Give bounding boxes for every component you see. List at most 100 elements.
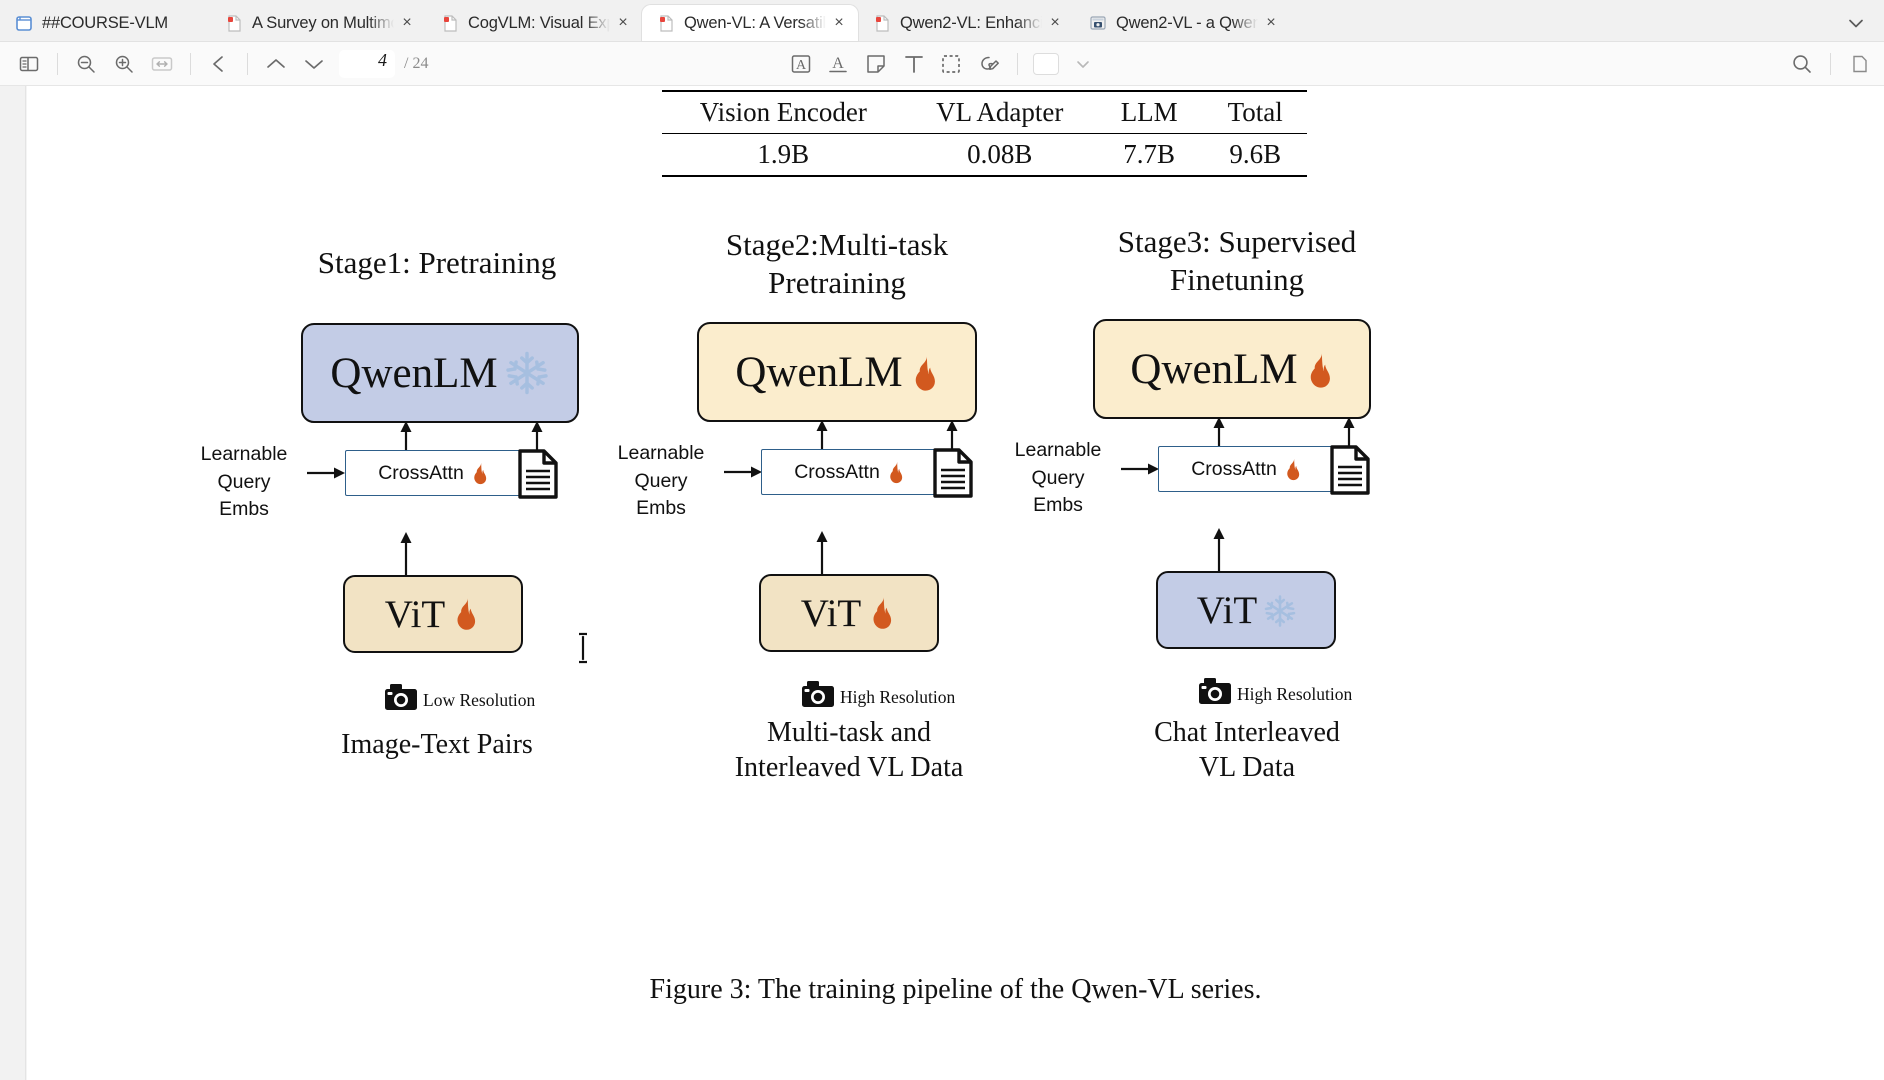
underline-text-icon[interactable]: A — [820, 49, 858, 79]
svg-text:A: A — [833, 55, 845, 72]
toolbar-left-group: 4 / 24 — [0, 49, 428, 79]
stage-1-vit-label: ViT — [384, 592, 446, 636]
flame-icon — [470, 462, 490, 485]
pdf-icon — [872, 13, 892, 33]
tab-close-button[interactable]: × — [1262, 14, 1280, 32]
chevron-down-icon — [1849, 19, 1863, 28]
stage-2-crossattn-label: CrossAttn — [794, 460, 880, 483]
sidebar-panel-icon[interactable] — [10, 49, 48, 79]
tab-survey-multimodal[interactable]: A Survey on Multimodal × — [210, 5, 426, 41]
tab-label: ##COURSE-VLM — [42, 13, 168, 32]
camera-icon — [1199, 678, 1231, 709]
stage-2-qwenlm-box: QwenLM — [697, 322, 977, 422]
stage-3-learnable-query-label: Learnable Query Embs — [999, 437, 1117, 520]
stage-3-data-label: Chat Interleaved VL Data — [1082, 716, 1412, 785]
annotation-tools-group: A A — [782, 49, 1102, 79]
query-line-2: Query — [217, 470, 271, 493]
query-line-1: Learnable — [200, 443, 288, 465]
stage-1-crossattn-label: CrossAttn — [378, 461, 464, 484]
highlight-text-icon[interactable]: A — [782, 49, 820, 79]
stage-1-qwenlm-box: QwenLM — [301, 323, 579, 423]
web-icon — [1088, 13, 1108, 33]
text-document-icon — [1329, 445, 1371, 500]
color-swatch[interactable] — [1027, 49, 1065, 79]
zoom-in-icon[interactable] — [105, 49, 143, 79]
tab-close-button[interactable]: × — [614, 14, 632, 32]
tab-close-button[interactable]: × — [830, 14, 848, 32]
fit-width-icon[interactable] — [143, 49, 181, 79]
chevron-left-icon[interactable] — [200, 49, 238, 79]
stage-3-vit-box: ViT — [1156, 571, 1336, 649]
query-line-1: Learnable — [1014, 439, 1102, 461]
tab-label: Qwen2-VL - a Qwen Col — [1116, 13, 1258, 32]
query-line-2: Query — [634, 469, 688, 492]
pdf-icon — [224, 13, 244, 33]
tab-qwen2-vl[interactable]: Qwen2-VL: Enhancing V × — [858, 5, 1074, 41]
search-icon[interactable] — [1783, 49, 1821, 79]
tab-course-vlm[interactable]: ##COURSE-VLM — [0, 5, 210, 41]
stage-1-resolution-label: Low Resolution — [423, 690, 536, 710]
tab-qwen-vl-active[interactable]: Qwen-VL: A Versatile Vis × — [642, 5, 858, 41]
page-number-input[interactable]: 4 — [339, 49, 395, 78]
area-select-icon[interactable] — [933, 49, 971, 79]
tab-close-button[interactable]: × — [1046, 14, 1064, 32]
flame-icon — [1283, 458, 1303, 481]
flame-icon — [451, 597, 481, 631]
text-document-icon — [517, 449, 559, 504]
stage-1-crossattn-box: CrossAttn — [345, 450, 523, 496]
flame-icon — [867, 596, 897, 630]
stage-2-data-label: Multi-task and Interleaved VL Data — [684, 716, 1014, 785]
pdf-viewport[interactable]: Vision Encoder VL Adapter LLM Total 1.9B… — [0, 86, 1884, 1080]
stage-3-resolution-label: High Resolution — [1237, 684, 1353, 704]
stage-2-crossattn-box: CrossAttn — [761, 449, 939, 495]
toolbar-separator — [190, 52, 191, 75]
stage-1-learnable-query-label: Learnable Query Embs — [185, 441, 303, 524]
browser-tab-bar: ##COURSE-VLM A Survey on Multimodal × Co… — [0, 0, 1884, 42]
tab-label: A Survey on Multimodal — [252, 13, 394, 32]
stage-3-crossattn-label: CrossAttn — [1191, 457, 1277, 480]
stage-3-qwenlm-label: QwenLM — [1130, 345, 1298, 393]
camera-icon — [385, 684, 417, 715]
flame-icon — [909, 355, 939, 391]
chevron-up-icon — [267, 58, 285, 68]
stage-1-data-label: Image-Text Pairs — [341, 729, 533, 760]
camera-icon — [802, 681, 834, 712]
page-navigation: 4 / 24 — [339, 49, 429, 78]
ink-pen-icon[interactable] — [970, 49, 1008, 79]
text-ibeam-cursor — [575, 631, 591, 665]
stage-2-resolution-label: High Resolution — [840, 687, 956, 707]
toolbar-separator — [1830, 52, 1831, 75]
stage-2-vit-label: ViT — [800, 591, 862, 635]
stage-3-title-line-1: Stage3: Supervised — [1117, 224, 1357, 259]
more-options-button[interactable] — [1840, 49, 1878, 79]
sticky-note-icon[interactable] — [857, 49, 895, 79]
chevron-down-icon — [305, 59, 323, 69]
page-total-label: / 24 — [404, 54, 429, 72]
stage-3-crossattn-box: CrossAttn — [1158, 446, 1336, 492]
tab-label: Qwen2-VL: Enhancing V — [900, 13, 1042, 32]
stage-2-qwenlm-label: QwenLM — [735, 348, 903, 396]
stage-2-vit-box: ViT — [759, 574, 939, 652]
tab-close-button[interactable]: × — [398, 14, 416, 32]
flame-icon — [1304, 352, 1334, 388]
svg-text:A: A — [796, 58, 807, 73]
query-line-3: Embs — [636, 497, 686, 520]
stage-2-learnable-query-label: Learnable Query Embs — [602, 440, 720, 523]
next-page-button[interactable] — [295, 49, 333, 79]
zoom-out-icon[interactable] — [67, 49, 105, 79]
page-gutter — [0, 86, 26, 1080]
pdf-icon — [440, 13, 460, 33]
query-line-3: Embs — [1033, 494, 1083, 517]
chevron-down-icon — [1077, 60, 1089, 68]
tab-qwen2-vl-collection[interactable]: Qwen2-VL - a Qwen Col × — [1074, 5, 1290, 41]
tab-label: CogVLM: Visual Expert f — [468, 13, 610, 32]
stage-3-data-line-1: Chat Interleaved — [1154, 717, 1340, 748]
stage-2-data-line-2: Interleaved VL Data — [734, 751, 964, 783]
tab-overflow-button[interactable] — [1828, 5, 1884, 41]
pdf-icon — [656, 13, 676, 33]
query-line-3: Embs — [219, 498, 269, 521]
color-dropdown-button[interactable] — [1064, 49, 1102, 79]
text-box-icon[interactable] — [895, 49, 933, 79]
prev-page-button[interactable] — [257, 49, 295, 79]
tab-cogvlm[interactable]: CogVLM: Visual Expert f × — [426, 5, 642, 41]
